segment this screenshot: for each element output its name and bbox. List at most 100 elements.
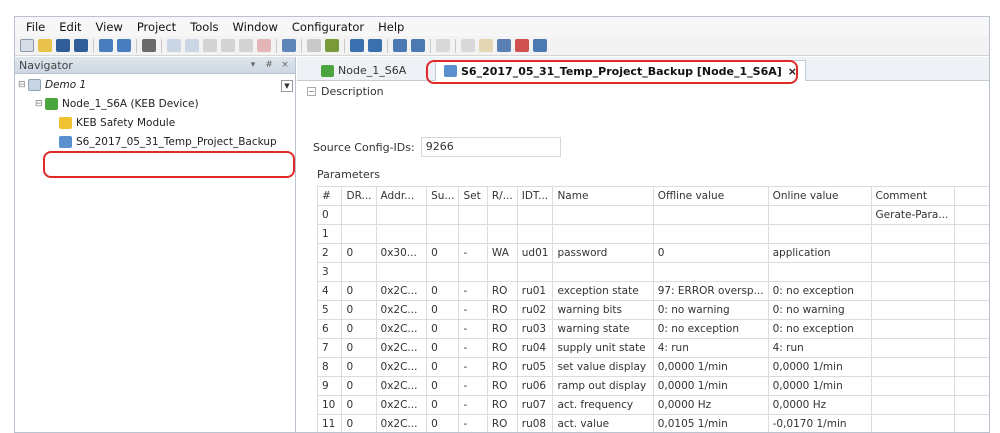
print-icon[interactable]	[142, 39, 156, 52]
report-icon[interactable]	[533, 39, 547, 52]
table-cell[interactable]: -	[458, 414, 488, 432]
table-cell[interactable]	[870, 224, 955, 244]
table-cell[interactable]	[870, 281, 955, 301]
column-header[interactable]: Offline value	[652, 186, 769, 206]
table-cell[interactable]: 2	[316, 243, 343, 263]
table-cell[interactable]: Gerate-Para...	[870, 205, 955, 225]
column-header[interactable]: Addr...	[375, 186, 428, 206]
table-cell[interactable]: 0	[341, 395, 377, 415]
collapse-icon[interactable]: ⊟	[18, 80, 28, 90]
table-cell[interactable]: password	[552, 243, 654, 263]
table-cell[interactable]	[767, 224, 872, 244]
table-cell[interactable]: 0,0000 Hz	[652, 395, 769, 415]
table-cell[interactable]: -	[458, 319, 488, 339]
table-cell[interactable]: 0	[341, 414, 377, 432]
menu-help[interactable]: Help	[371, 20, 411, 34]
table-cell[interactable]: ru03	[516, 319, 554, 339]
table-cell[interactable]	[552, 224, 654, 244]
panel-menu-icon[interactable]: ▾	[247, 60, 259, 70]
table-cell[interactable]	[341, 205, 377, 225]
table-cell[interactable]	[870, 319, 955, 339]
table-cell[interactable]: 3	[316, 262, 343, 282]
table-cell[interactable]: ru01	[516, 281, 554, 301]
tag-icon[interactable]	[479, 39, 493, 52]
description-section[interactable]: − Description	[297, 83, 384, 99]
table-cell[interactable]: -	[458, 357, 488, 377]
menu-view[interactable]: View	[89, 20, 130, 34]
table-cell[interactable]	[516, 224, 554, 244]
table-cell[interactable]: act. frequency	[552, 395, 654, 415]
table-cell[interactable]: 0	[426, 414, 460, 432]
table-cell[interactable]: 0	[341, 357, 377, 377]
filter-icon[interactable]	[436, 39, 450, 52]
table-cell[interactable]: 0,0000 1/min	[652, 376, 769, 396]
table-cell[interactable]: 0,0000 Hz	[767, 395, 872, 415]
table-cell[interactable]: 0	[426, 338, 460, 358]
column-header[interactable]: IDT...	[516, 186, 554, 206]
paste-icon[interactable]	[239, 39, 253, 52]
download-icon[interactable]	[368, 39, 382, 52]
column-header[interactable]: Comment	[870, 186, 955, 206]
table-cell[interactable]	[516, 262, 554, 282]
column-header[interactable]: R/...	[486, 186, 518, 206]
table-cell[interactable]: 0	[316, 205, 343, 225]
table-cell[interactable]: -	[458, 300, 488, 320]
table-cell[interactable]	[375, 262, 428, 282]
monitor-icon[interactable]	[411, 39, 425, 52]
export-icon[interactable]	[117, 39, 131, 52]
align-icon[interactable]	[307, 39, 321, 52]
table-cell[interactable]	[552, 262, 654, 282]
table-cell[interactable]: 9	[316, 376, 343, 396]
table-cell[interactable]: supply unit state	[552, 338, 654, 358]
table-cell[interactable]	[870, 300, 955, 320]
table-cell[interactable]: 0,0105 1/min	[652, 414, 769, 432]
table-cell[interactable]	[458, 262, 488, 282]
table-cell[interactable]: application	[767, 243, 872, 263]
menu-configurator[interactable]: Configurator	[285, 20, 371, 34]
table-cell[interactable]: -	[458, 243, 488, 263]
table-cell[interactable]: RO	[486, 357, 518, 377]
table-cell[interactable]	[458, 224, 488, 244]
table-cell[interactable]: 0x2C...	[375, 281, 428, 301]
table-row[interactable]: 2 0 0x30... 0- WA ud01 password 0 application	[316, 243, 989, 263]
column-header[interactable]: Name	[552, 186, 654, 206]
table-cell[interactable]: set value display	[552, 357, 654, 377]
table-cell[interactable]	[652, 205, 769, 225]
diagnostic-icon[interactable]	[497, 39, 511, 52]
copy-icon[interactable]	[221, 39, 235, 52]
table-cell[interactable]	[870, 395, 955, 415]
table-cell[interactable]: 0	[652, 243, 769, 263]
table-cell[interactable]	[458, 205, 488, 225]
table-cell[interactable]: -0,0170 1/min	[767, 414, 872, 432]
table-cell[interactable]: 0	[426, 319, 460, 339]
device-tool-icon[interactable]	[282, 39, 296, 52]
table-cell[interactable]: -	[458, 395, 488, 415]
table-cell[interactable]: ru05	[516, 357, 554, 377]
column-header[interactable]: Set	[458, 186, 488, 206]
table-cell[interactable]: 0x2C...	[375, 357, 428, 377]
table-cell[interactable]: 4: run	[652, 338, 769, 358]
table-cell[interactable]: -	[458, 281, 488, 301]
menu-tools[interactable]: Tools	[183, 20, 225, 34]
edit-icon[interactable]	[461, 39, 475, 52]
table-cell[interactable]: RO	[486, 300, 518, 320]
table-cell[interactable]: ramp out display	[552, 376, 654, 396]
table-cell[interactable]	[870, 338, 955, 358]
table-cell[interactable]	[375, 224, 428, 244]
table-cell[interactable]: WA	[486, 243, 518, 263]
table-cell[interactable]: 0	[426, 243, 460, 263]
table-cell[interactable]: RO	[486, 414, 518, 432]
table-cell[interactable]: 0x30...	[375, 243, 428, 263]
table-cell[interactable]: warning state	[552, 319, 654, 339]
table-cell[interactable]	[426, 205, 460, 225]
connect-icon[interactable]	[325, 39, 339, 52]
column-header[interactable]: Online value	[767, 186, 872, 206]
table-cell[interactable]: 0	[341, 281, 377, 301]
table-cell[interactable]: 0,0000 1/min	[767, 357, 872, 377]
table-cell[interactable]	[652, 224, 769, 244]
chevron-down-icon[interactable]: ▼	[281, 80, 293, 92]
table-cell[interactable]	[486, 262, 518, 282]
column-header[interactable]: DR...	[341, 186, 377, 206]
table-row[interactable]: 11 0 0x2C... 0- RO ru08 act. value 0,0105 1/min…	[316, 414, 989, 432]
table-cell[interactable]	[341, 262, 377, 282]
